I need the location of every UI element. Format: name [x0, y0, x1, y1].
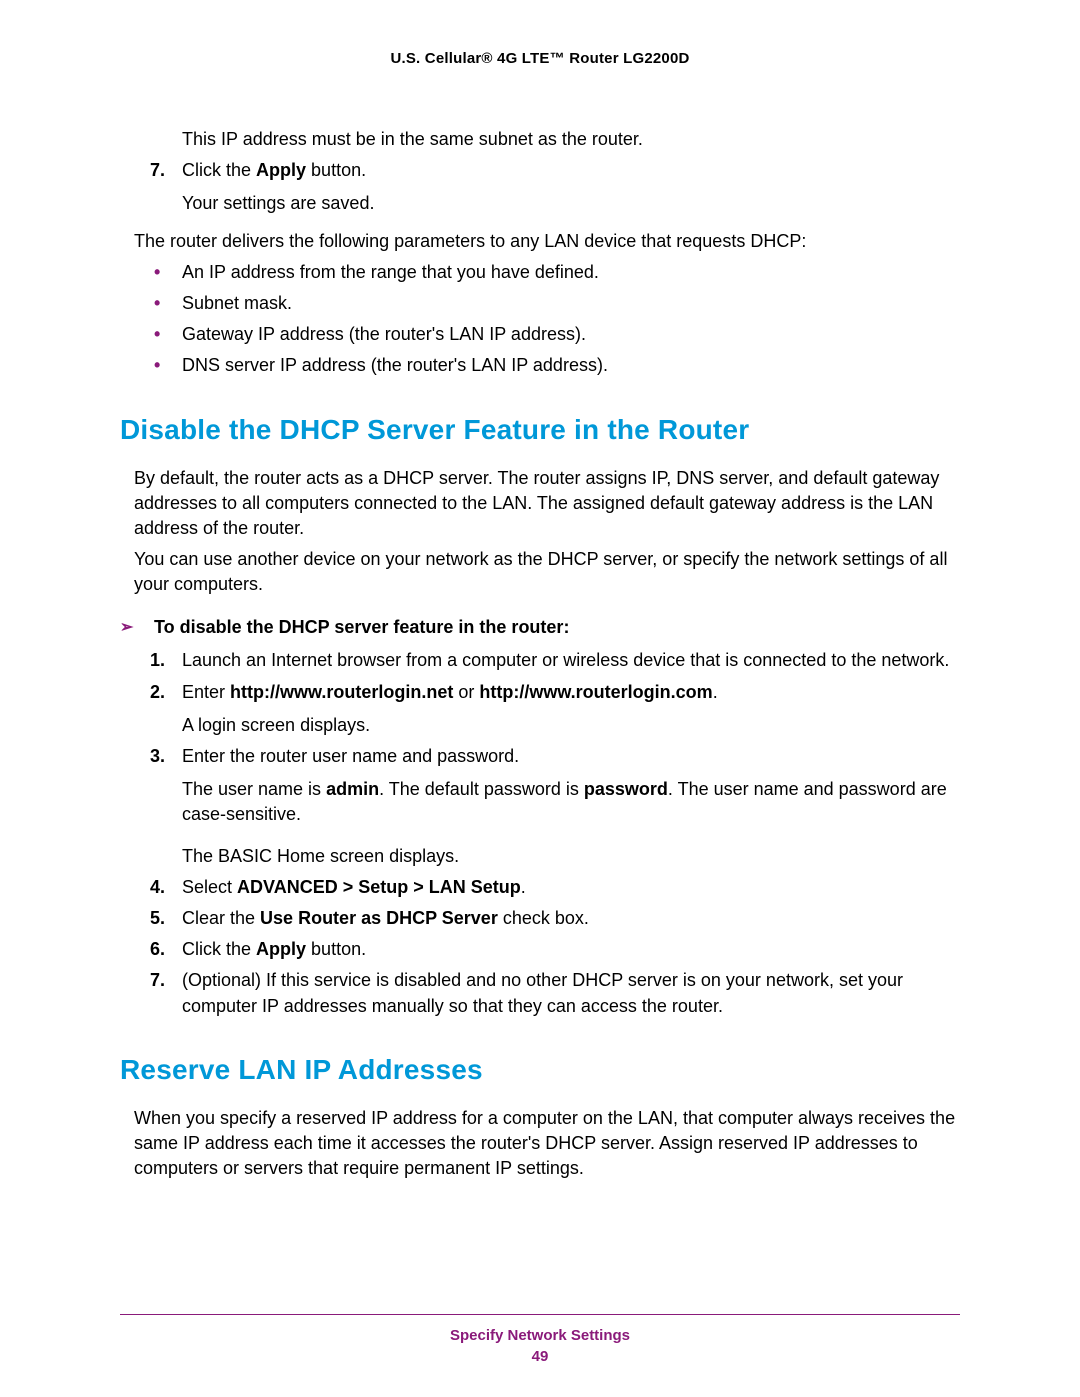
step-number: 4. [150, 875, 165, 900]
subnet-note: This IP address must be in the same subn… [182, 127, 960, 152]
step-number: 2. [150, 680, 165, 705]
step-text: Click the Apply button. [182, 939, 366, 959]
step-text: Clear the Use Router as DHCP Server chec… [182, 908, 589, 928]
step-item: 4. Select ADVANCED > Setup > LAN Setup. [120, 875, 960, 900]
section-heading-reserve-ip: Reserve LAN IP Addresses [120, 1054, 960, 1086]
step-number: 7. [150, 968, 165, 993]
section-heading-disable-dhcp: Disable the DHCP Server Feature in the R… [120, 414, 960, 446]
dhcp-intro: The router delivers the following parame… [134, 229, 960, 254]
step-text: Enter the router user name and password. [182, 746, 519, 766]
bullet-item: DNS server IP address (the router's LAN … [120, 353, 960, 378]
step-text: Select ADVANCED > Setup > LAN Setup. [182, 877, 526, 897]
step-subtext: Your settings are saved. [182, 191, 960, 216]
step-7-item: 7. Click the Apply button. Your settings… [120, 158, 960, 216]
section1-p1: By default, the router acts as a DHCP se… [134, 466, 960, 542]
step-number: 7. [150, 158, 165, 183]
step-item: 1. Launch an Internet browser from a com… [120, 648, 960, 673]
step-text: Click the Apply button. [182, 160, 366, 180]
section2-p1: When you specify a reserved IP address f… [134, 1106, 960, 1182]
step-text: Launch an Internet browser from a comput… [182, 650, 949, 670]
step-text: (Optional) If this service is disabled a… [182, 970, 903, 1015]
bullet-item: Gateway IP address (the router's LAN IP … [120, 322, 960, 347]
footer-page-number: 49 [120, 1348, 960, 1365]
footer-section-title: Specify Network Settings [120, 1327, 960, 1344]
step-number: 6. [150, 937, 165, 962]
step-item: 3. Enter the router user name and passwo… [120, 744, 960, 869]
procedure-heading: To disable the DHCP server feature in th… [120, 617, 960, 638]
step-subtext: The user name is admin. The default pass… [182, 777, 960, 827]
bullet-item: An IP address from the range that you ha… [120, 260, 960, 285]
step-item: 6. Click the Apply button. [120, 937, 960, 962]
section1-p2: You can use another device on your netwo… [134, 547, 960, 597]
step-number: 3. [150, 744, 165, 769]
step-item: 2. Enter http://www.routerlogin.net or h… [120, 680, 960, 738]
step-item: 5. Clear the Use Router as DHCP Server c… [120, 906, 960, 931]
step-item: 7. (Optional) If this service is disable… [120, 968, 960, 1018]
step-number: 1. [150, 648, 165, 673]
bullet-item: Subnet mask. [120, 291, 960, 316]
document-header: U.S. Cellular® 4G LTE™ Router LG2200D [120, 50, 960, 67]
step-text: Enter http://www.routerlogin.net or http… [182, 682, 718, 702]
step-subtext: A login screen displays. [182, 713, 960, 738]
footer-rule [120, 1314, 960, 1315]
step-number: 5. [150, 906, 165, 931]
step-subtext: The BASIC Home screen displays. [182, 844, 960, 869]
